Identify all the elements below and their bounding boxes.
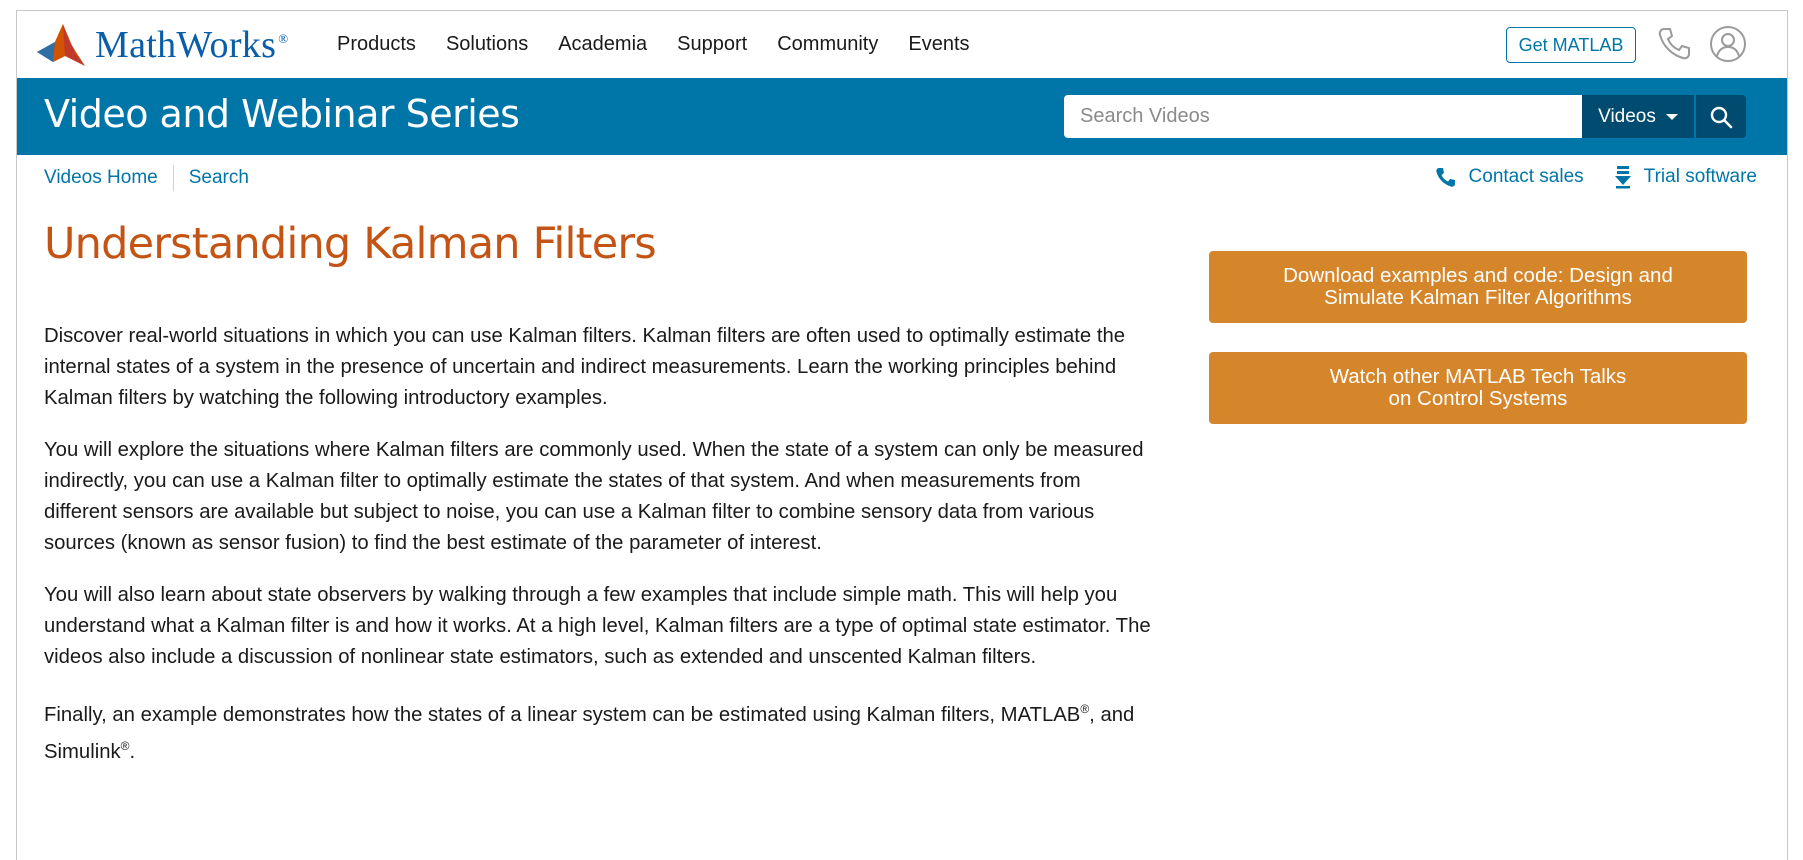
divider [172, 165, 174, 191]
brand-name: MathWorks ® [95, 24, 289, 66]
nav-events[interactable]: Events [908, 33, 969, 56]
series-title[interactable]: Video and Webinar Series [44, 92, 520, 136]
nav-support[interactable]: Support [677, 33, 747, 56]
caret-down-icon [1665, 113, 1678, 120]
description-paragraph: Finally, an example demonstrates how the… [44, 702, 1135, 763]
search-scope-label: Videos [1598, 105, 1656, 127]
description-paragraph: Discover real-world situations in which … [44, 325, 1126, 409]
contact-sales-link[interactable]: Contact sales [1435, 166, 1584, 188]
contact-sales-label: Contact sales [1468, 166, 1584, 187]
description-paragraph: You will explore the situations where Ka… [44, 439, 1144, 554]
phone-icon[interactable] [1655, 25, 1693, 63]
nav-solutions[interactable]: Solutions [446, 33, 528, 56]
utility-links: Contact sales Trial software [1435, 165, 1757, 189]
nav-community[interactable]: Community [777, 33, 878, 56]
search-button[interactable] [1696, 95, 1746, 138]
page-frame: MathWorks ® Products Solutions Academia S… [16, 10, 1788, 860]
download-icon [1614, 166, 1631, 189]
trial-software-label: Trial software [1643, 166, 1757, 187]
download-examples-button[interactable]: Download examples and code: Design and Si… [1209, 251, 1747, 323]
search-input[interactable] [1064, 95, 1582, 138]
main-menu: Products Solutions Academia Support Comm… [337, 11, 1000, 77]
description-paragraph: You will also learn about state observer… [44, 584, 1151, 668]
watch-tech-talks-button[interactable]: Watch other MATLAB Tech Talks on Control … [1209, 352, 1747, 424]
mathworks-logo[interactable]: MathWorks ® [35, 17, 288, 73]
search-scope-dropdown[interactable]: Videos [1582, 95, 1694, 138]
cta-label: Watch other MATLAB Tech Talks on Control … [1329, 365, 1627, 410]
videos-home-link[interactable]: Videos Home [44, 167, 158, 189]
page-title: Understanding Kalman Filters [44, 219, 657, 269]
video-description: Discover real-world situations in which … [44, 321, 1154, 789]
user-account-icon[interactable] [1709, 25, 1747, 63]
get-matlab-button[interactable]: Get MATLAB [1506, 27, 1636, 63]
search-link[interactable]: Search [189, 167, 249, 189]
nav-products[interactable]: Products [337, 33, 416, 56]
membrane-logo-icon [37, 24, 85, 66]
top-navigation: MathWorks ® Products Solutions Academia S… [17, 11, 1787, 77]
breadcrumb-nav: Videos Home Search [44, 163, 249, 193]
phone-handset-icon [1435, 168, 1455, 187]
nav-academia[interactable]: Academia [558, 33, 647, 56]
section-header-bar: Video and Webinar Series Videos [17, 78, 1787, 155]
cta-label: Download examples and code: Design and Si… [1283, 264, 1673, 309]
search-icon [1710, 106, 1733, 128]
trial-software-link[interactable]: Trial software [1614, 165, 1757, 189]
